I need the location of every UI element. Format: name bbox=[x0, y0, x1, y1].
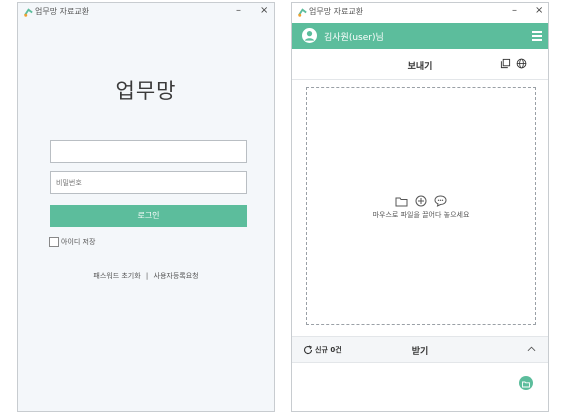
title-bar: 업무망 자료교환 – × bbox=[292, 3, 548, 23]
reset-password-link[interactable]: 패스워드 초기화 bbox=[93, 272, 140, 280]
minimize-button[interactable]: – bbox=[512, 5, 517, 16]
open-folder-button[interactable] bbox=[519, 376, 533, 390]
globe-icon[interactable] bbox=[516, 58, 527, 69]
drop-actions bbox=[307, 192, 535, 211]
drop-hint: 마우스로 파일을 끌어다 놓으세요 bbox=[372, 211, 470, 219]
close-button[interactable]: × bbox=[260, 5, 268, 16]
user-name-label: 김사원(user)님 bbox=[324, 33, 384, 43]
register-request-link[interactable]: 사용자등록요청 bbox=[154, 272, 199, 280]
main-window: 업무망 자료교환 – × 김사원(user)님 보내기 마우스로 파일을 끌어다… bbox=[291, 2, 549, 412]
chevron-up-icon[interactable] bbox=[527, 346, 536, 352]
comment-icon[interactable] bbox=[434, 195, 447, 207]
minimize-button[interactable]: – bbox=[236, 5, 241, 16]
send-header: 보내기 bbox=[292, 49, 548, 80]
add-icon[interactable] bbox=[415, 195, 427, 207]
title-bar: 업무망 자료교환 – × bbox=[18, 3, 274, 23]
app-logo-icon bbox=[298, 8, 307, 17]
password-input[interactable] bbox=[50, 171, 247, 194]
file-drop-zone[interactable]: 마우스로 파일을 끌어다 놓으세요 bbox=[306, 87, 536, 325]
receive-header: 신규 0건 받기 bbox=[292, 336, 548, 363]
account-links: 패스워드 초기화 | 사용자등록요청 bbox=[18, 271, 274, 281]
copy-icon[interactable] bbox=[500, 58, 511, 69]
window-title: 업무망 자료교환 bbox=[35, 7, 90, 16]
user-icon bbox=[302, 28, 317, 43]
checkbox-box[interactable] bbox=[49, 237, 59, 247]
app-logo-icon bbox=[24, 8, 33, 17]
folder-icon[interactable] bbox=[395, 196, 408, 207]
login-window: 업무망 자료교환 – × 업무망 로그인 아이디 저장 패스워드 초기화 | 사… bbox=[17, 2, 275, 412]
app-name-heading: 업무망 bbox=[115, 79, 177, 103]
id-input[interactable] bbox=[50, 140, 247, 163]
close-button[interactable]: × bbox=[535, 5, 543, 16]
link-separator: | bbox=[145, 272, 149, 280]
menu-icon[interactable] bbox=[532, 31, 542, 41]
login-button[interactable]: 로그인 bbox=[50, 205, 247, 227]
remember-id-checkbox[interactable]: 아이디 저장 bbox=[49, 237, 95, 249]
remember-id-label: 아이디 저장 bbox=[61, 238, 96, 246]
user-bar: 김사원(user)님 bbox=[292, 23, 548, 49]
folder-open-icon bbox=[522, 381, 530, 388]
window-title: 업무망 자료교환 bbox=[309, 7, 364, 16]
receive-title: 받기 bbox=[411, 347, 429, 357]
